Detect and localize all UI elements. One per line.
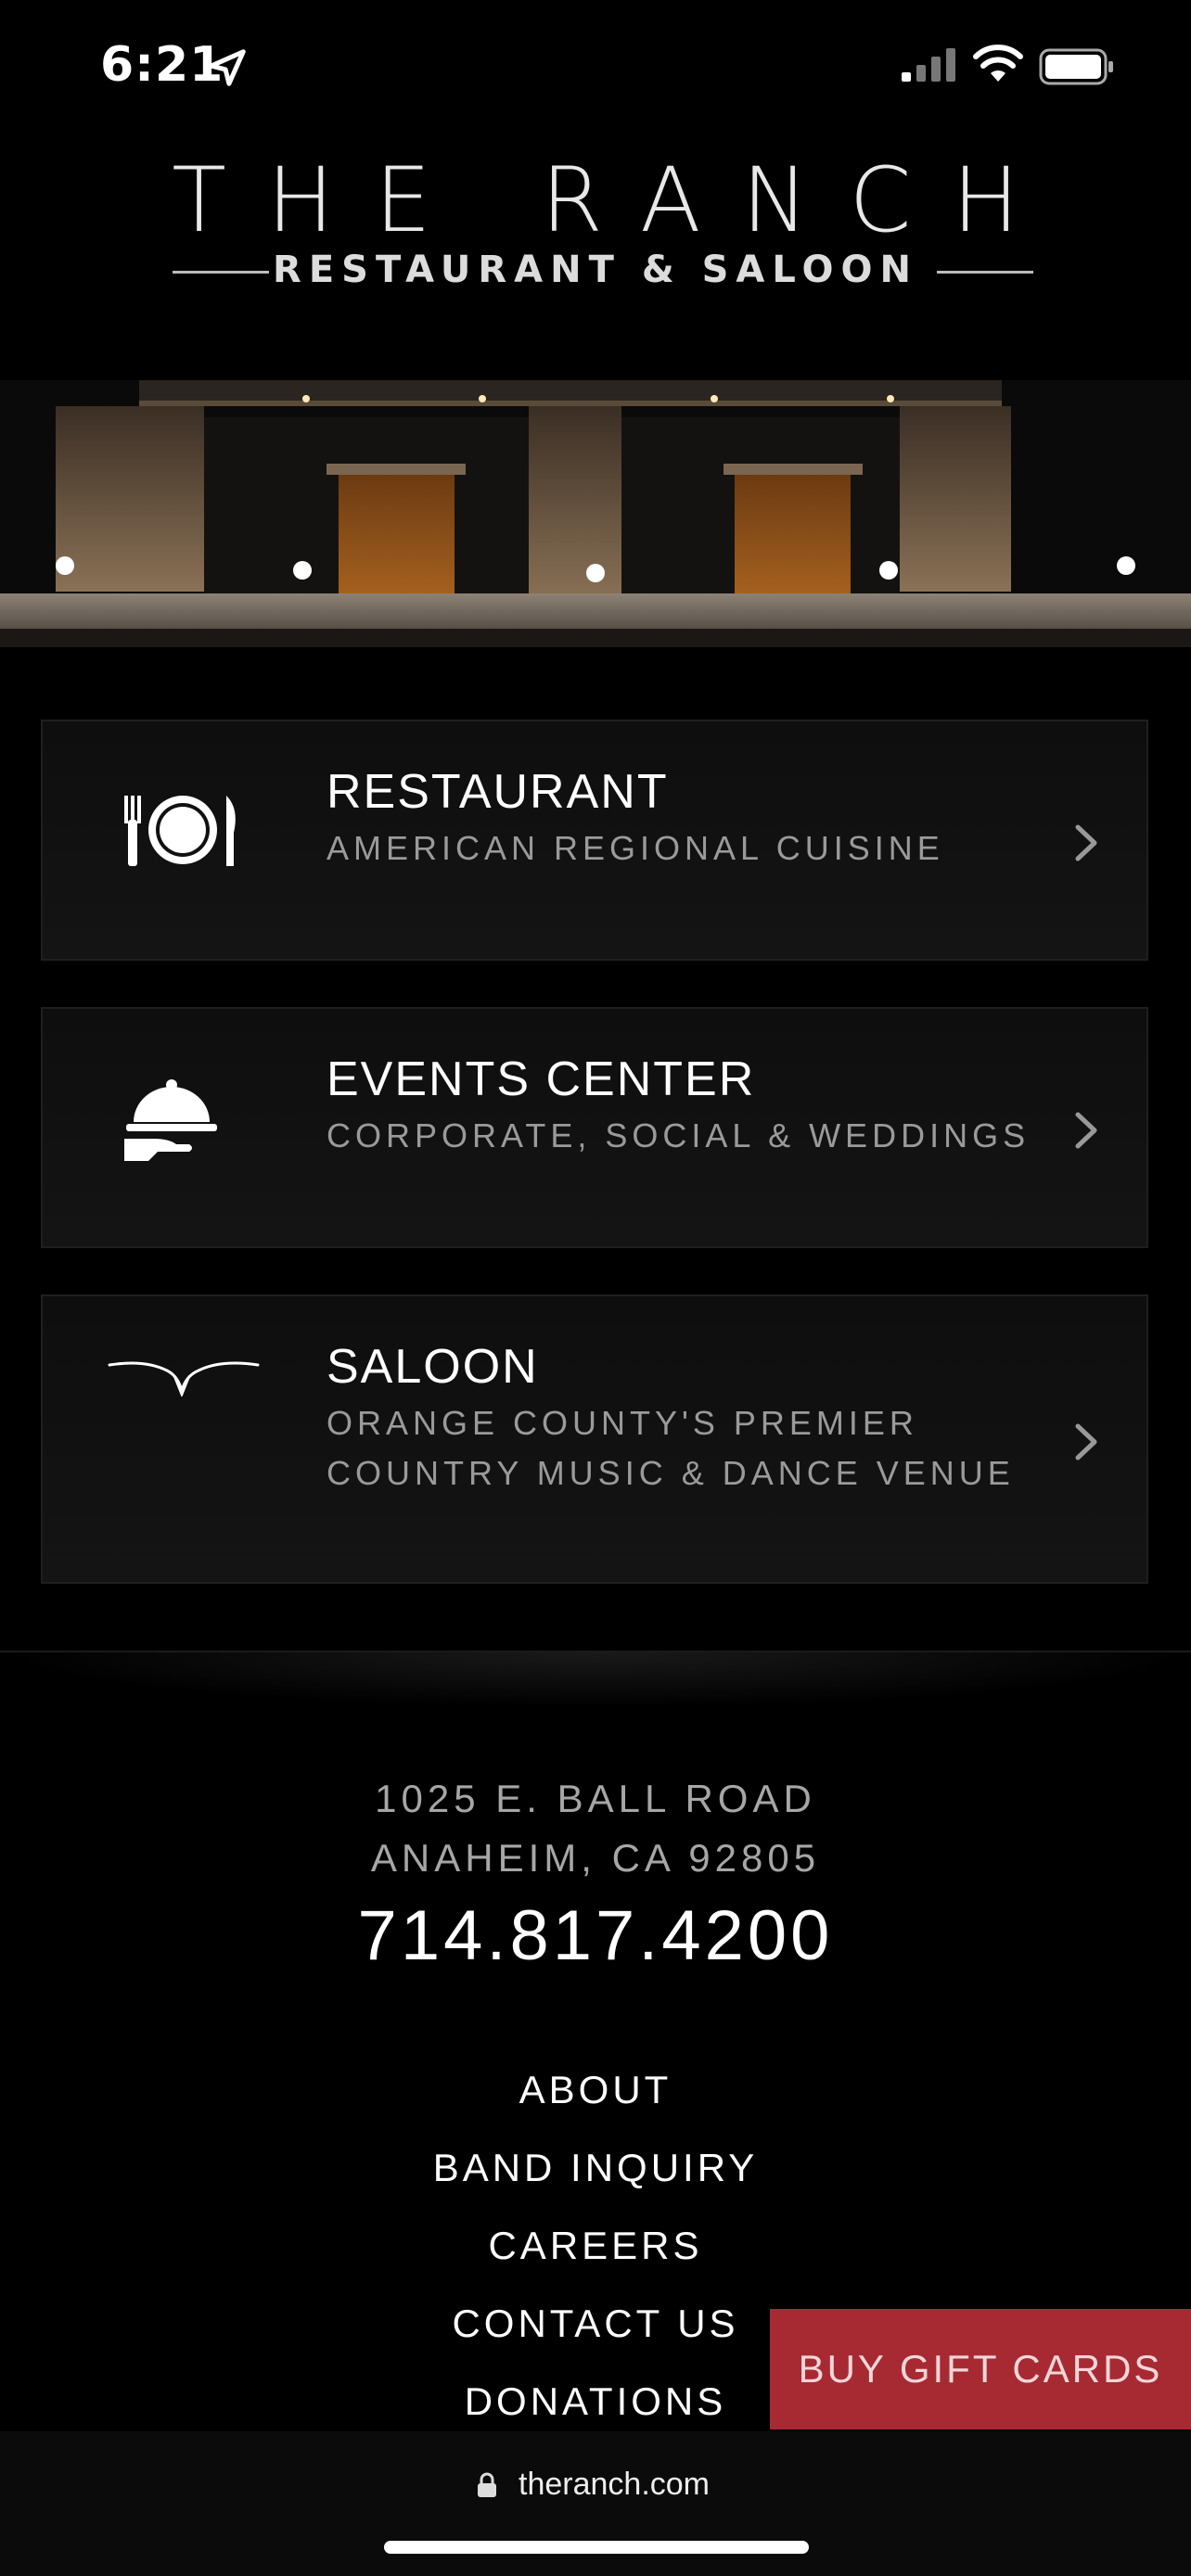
location-arrow-icon bbox=[209, 49, 246, 86]
chevron-right-icon bbox=[1075, 1423, 1097, 1460]
home-indicator[interactable] bbox=[384, 2541, 809, 2554]
card-subtitle-saloon-line2: COUNTRY MUSIC & DANCE VENUE bbox=[327, 1454, 1015, 1492]
logo-title: THE RANCH bbox=[172, 148, 1060, 252]
card-title-events-center: EVENTS CENTER bbox=[327, 1052, 756, 1106]
chevron-right-icon bbox=[1075, 1112, 1097, 1149]
card-title-restaurant: RESTAURANT bbox=[327, 765, 669, 819]
card-subtitle-saloon-line1: ORANGE COUNTY'S PREMIER bbox=[327, 1404, 918, 1442]
wifi-icon bbox=[973, 45, 1023, 82]
address-line-2: ANAHEIM, CA 92805 bbox=[370, 1836, 821, 1880]
address-line-1: 1025 E. BALL ROAD bbox=[375, 1777, 816, 1820]
cellular-signal-icon bbox=[902, 48, 955, 82]
card-subtitle-restaurant: AMERICAN REGIONAL CUISINE bbox=[327, 829, 944, 867]
card-subtitle-events-center: CORPORATE, SOCIAL & WEDDINGS bbox=[327, 1116, 1031, 1154]
logo-rule-right bbox=[937, 271, 1033, 274]
footer-link-about[interactable]: ABOUT bbox=[0, 2068, 1191, 2112]
phone-number-link[interactable]: 714.817.4200 bbox=[0, 1895, 1191, 1976]
saloon-card[interactable]: SALOON ORANGE COUNTY'S PREMIER COUNTRY M… bbox=[41, 1294, 1148, 1584]
status-bar: 6:21 bbox=[0, 0, 1191, 130]
divider-shadow bbox=[0, 1652, 1191, 1708]
site-logo[interactable]: THE RANCH RESTAURANT & SALOON bbox=[0, 148, 1191, 306]
chevron-right-icon bbox=[1075, 824, 1097, 861]
battery-icon bbox=[1039, 48, 1113, 85]
footer-link-careers[interactable]: CAREERS bbox=[0, 2224, 1191, 2268]
hero-image bbox=[0, 380, 1191, 647]
restaurant-card[interactable]: RESTAURANT AMERICAN REGIONAL CUISINE bbox=[41, 720, 1148, 961]
card-title-saloon: SALOON bbox=[327, 1340, 539, 1394]
events-center-card[interactable]: EVENTS CENTER CORPORATE, SOCIAL & WEDDIN… bbox=[41, 1007, 1148, 1248]
logo-subtitle: RESTAURANT & SALOON bbox=[273, 249, 918, 291]
browser-url-bar[interactable]: theranch.com bbox=[0, 2431, 1191, 2576]
longhorn-icon bbox=[108, 1361, 260, 1396]
url-text[interactable]: theranch.com bbox=[0, 2467, 1191, 2503]
cloche-icon bbox=[124, 1079, 217, 1161]
plate-cutlery-icon bbox=[124, 796, 236, 866]
buy-gift-cards-button[interactable]: BUY GIFT CARDS bbox=[770, 2309, 1191, 2429]
footer-link-band-inquiry[interactable]: BAND INQUIRY bbox=[0, 2146, 1191, 2190]
